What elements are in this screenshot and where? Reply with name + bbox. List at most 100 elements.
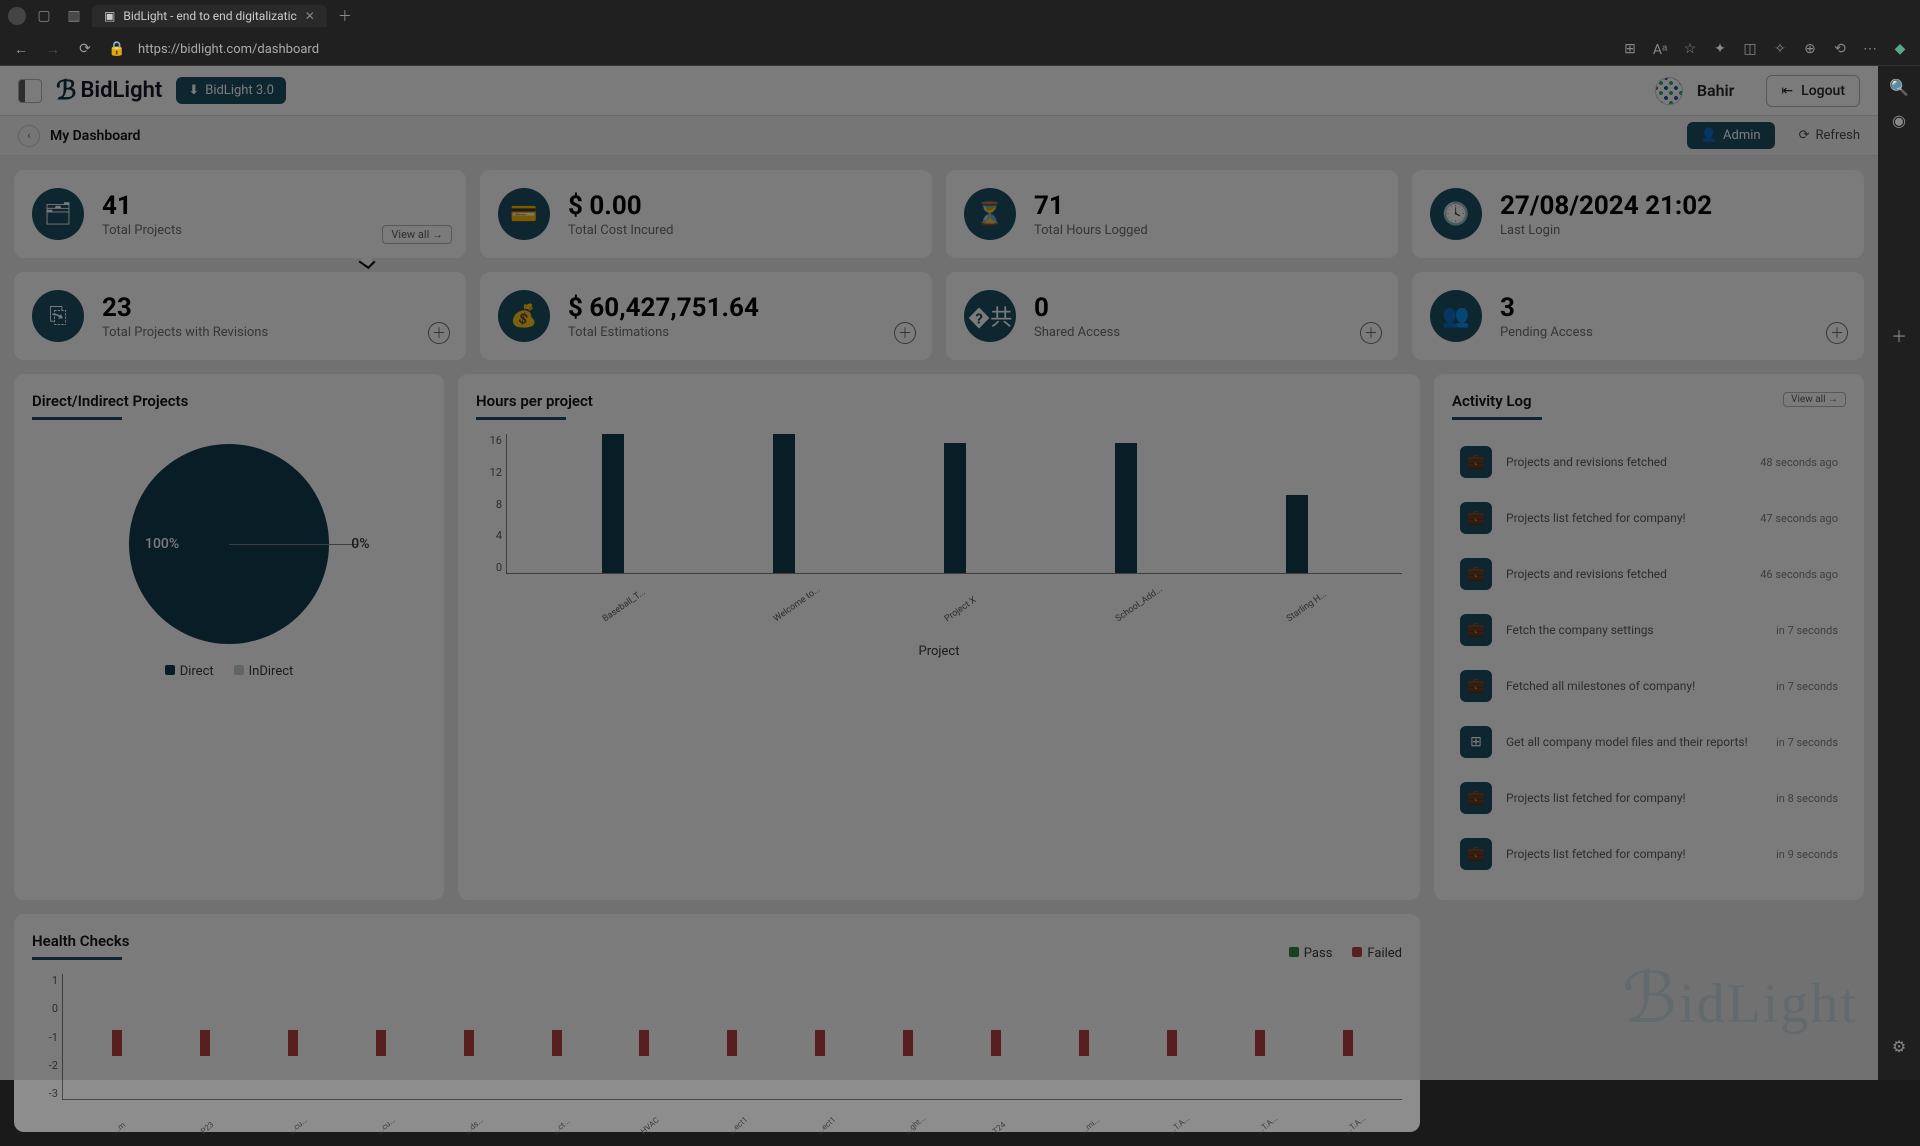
- tab-favicon: ▣: [104, 9, 115, 23]
- activity-item[interactable]: 💼 Projects list fetched for company! 47 …: [1452, 490, 1846, 546]
- x-label: School_Add...: [1114, 603, 1138, 624]
- star-icon[interactable]: ☆: [1680, 39, 1700, 59]
- activity-item[interactable]: ⊞ Get all company model files and their …: [1452, 714, 1846, 770]
- health-row: Health Checks Pass Failed 10-1-2-3 ...mP…: [14, 914, 1864, 1132]
- chat-icon[interactable]: ◉: [1892, 111, 1906, 130]
- x-label: Baseball_T...: [601, 603, 625, 624]
- profile-icon[interactable]: [8, 7, 26, 25]
- health-chart: 10-1-2-3 ...mP23...cu......cu......ds...…: [62, 974, 1402, 1114]
- x-label: HVAC: [639, 1123, 652, 1136]
- add-icon[interactable]: ＋: [1826, 322, 1848, 344]
- x-label: T24: [991, 1123, 1004, 1136]
- download-button[interactable]: ⬇ BidLight 3.0: [176, 77, 286, 104]
- activity-item[interactable]: 💼 Projects and revisions fetched 48 seco…: [1452, 434, 1846, 490]
- share-icon: �共: [964, 290, 1016, 342]
- pie-card: Direct/Indirect Projects 100% 0% Direct …: [14, 374, 444, 900]
- new-tab-icon[interactable]: ＋: [333, 4, 357, 28]
- x-label: ...ect1: [815, 1123, 828, 1136]
- favorites-icon[interactable]: ✧: [1770, 39, 1790, 59]
- collections-icon[interactable]: ⊕: [1800, 39, 1820, 59]
- app-header: ℬBidLight ⬇ BidLight 3.0 Bahir ⇤ Logout: [0, 66, 1878, 116]
- pie-title: Direct/Indirect Projects: [32, 392, 426, 420]
- bar: [1286, 495, 1308, 573]
- search-icon[interactable]: 🔍: [1889, 78, 1909, 97]
- health-bar: [1255, 1030, 1265, 1056]
- activity-title: Activity Log View all →: [1452, 392, 1846, 420]
- close-icon[interactable]: ✕: [305, 9, 315, 23]
- health-title: Health Checks: [32, 932, 130, 960]
- briefcase-icon: 💼: [1460, 558, 1492, 590]
- group-icon: 👥: [1430, 290, 1482, 342]
- activity-text: Projects and revisions fetched: [1506, 567, 1746, 581]
- charts-row: Direct/Indirect Projects 100% 0% Direct …: [14, 374, 1864, 900]
- activity-text: Projects list fetched for company!: [1506, 791, 1762, 805]
- activity-time: in 7 seconds: [1776, 680, 1838, 693]
- health-bar: [376, 1030, 386, 1056]
- health-bar: [991, 1030, 1001, 1056]
- bar-chart: 1612840 Baseball_T...Welcome to...Projec…: [506, 434, 1402, 594]
- browser-tab[interactable]: ▣ BidLight - end to end digitalizatic ✕: [92, 5, 327, 27]
- activity-time: in 9 seconds: [1776, 848, 1838, 861]
- activity-item[interactable]: 💼 Projects list fetched for company! in …: [1452, 826, 1846, 882]
- logout-button[interactable]: ⇤ Logout: [1766, 75, 1860, 107]
- browser-side-rail: 🔍 ◉ ＋ ⚙: [1878, 66, 1920, 1080]
- activity-time: 48 seconds ago: [1760, 456, 1838, 469]
- text-size-icon[interactable]: Aᵃ: [1650, 39, 1670, 59]
- apps-icon[interactable]: ⊞: [1620, 39, 1640, 59]
- health-bar: [464, 1030, 474, 1056]
- sync-icon[interactable]: ⟲: [1830, 39, 1850, 59]
- x-label: ...T.A...: [1255, 1123, 1268, 1136]
- lock-icon[interactable]: 🔒: [106, 41, 128, 57]
- back-icon[interactable]: ←: [10, 41, 32, 58]
- activity-item[interactable]: 💼 Fetched all milestones of company! in …: [1452, 658, 1846, 714]
- tab-title: BidLight - end to end digitalizatic: [123, 9, 296, 23]
- url-field[interactable]: https://bidlight.com/dashboard: [138, 42, 319, 57]
- x-label: ...mi...: [1079, 1123, 1092, 1136]
- refresh-button[interactable]: ⟳ Refresh: [1799, 128, 1860, 143]
- add-icon[interactable]: ＋: [1360, 322, 1382, 344]
- forward-icon: →: [42, 41, 64, 58]
- activity-text: Fetched all milestones of company!: [1506, 679, 1762, 693]
- menu-icon[interactable]: ⋯: [1860, 39, 1880, 59]
- view-all-button[interactable]: View all →: [1783, 392, 1846, 407]
- app-logo[interactable]: ℬBidLight: [56, 76, 162, 106]
- back-button[interactable]: ‹: [18, 125, 40, 147]
- addr-actions: ⊞ Aᵃ ☆ ✦ ◫ ✧ ⊕ ⟲ ⋯ ◆: [1620, 39, 1910, 59]
- copilot-icon[interactable]: ◆: [1890, 39, 1910, 59]
- split-icon[interactable]: ◫: [1740, 39, 1760, 59]
- x-label: Project X: [943, 603, 967, 624]
- health-bar: [1343, 1030, 1353, 1056]
- user-icon: 👤: [1701, 128, 1717, 143]
- bar-card: Hours per project 1612840 Baseball_T...W…: [458, 374, 1420, 900]
- stats-row-2: ⎘ 23 Total Projects with Revisions ＋ 💰 $…: [14, 272, 1864, 360]
- sidebar-toggle[interactable]: [18, 79, 42, 103]
- workspaces-icon[interactable]: ▢: [32, 4, 56, 28]
- extensions-icon[interactable]: ✦: [1710, 39, 1730, 59]
- activity-item[interactable]: 💼 Fetch the company settings in 7 second…: [1452, 602, 1846, 658]
- activity-item[interactable]: 💼 Projects list fetched for company! in …: [1452, 770, 1846, 826]
- pie-chart: 100% 0%: [129, 444, 329, 644]
- bar: [944, 443, 966, 573]
- bar: [602, 434, 624, 573]
- activity-text: Projects list fetched for company!: [1506, 511, 1746, 525]
- add-tool-icon[interactable]: ＋: [1891, 323, 1907, 347]
- tab-bar: ▢ ▥ ▣ BidLight - end to end digitalizati…: [0, 0, 1920, 32]
- reload-icon[interactable]: ⟳: [74, 41, 96, 57]
- stat-last-login: 🕓 27/08/2024 21:02 Last Login: [1412, 170, 1864, 258]
- money-icon: 💰: [498, 290, 550, 342]
- avatar[interactable]: [1655, 77, 1683, 105]
- health-bar: [552, 1030, 562, 1056]
- activity-text: Get all company model files and their re…: [1506, 735, 1762, 749]
- x-label: ...cu...: [375, 1123, 388, 1136]
- tabs-icon[interactable]: ▥: [62, 4, 86, 28]
- activity-text: Projects and revisions fetched: [1506, 455, 1746, 469]
- view-all-button[interactable]: View all →: [382, 225, 452, 244]
- health-bar: [639, 1030, 649, 1056]
- add-icon[interactable]: ＋: [428, 322, 450, 344]
- page-title: My Dashboard: [50, 128, 140, 144]
- add-icon[interactable]: ＋: [894, 322, 916, 344]
- activity-item[interactable]: 💼 Projects and revisions fetched 46 seco…: [1452, 546, 1846, 602]
- settings-icon[interactable]: ⚙: [1892, 1037, 1906, 1056]
- admin-button[interactable]: 👤 Admin: [1687, 122, 1775, 149]
- x-label: Starling H...: [1285, 603, 1309, 624]
